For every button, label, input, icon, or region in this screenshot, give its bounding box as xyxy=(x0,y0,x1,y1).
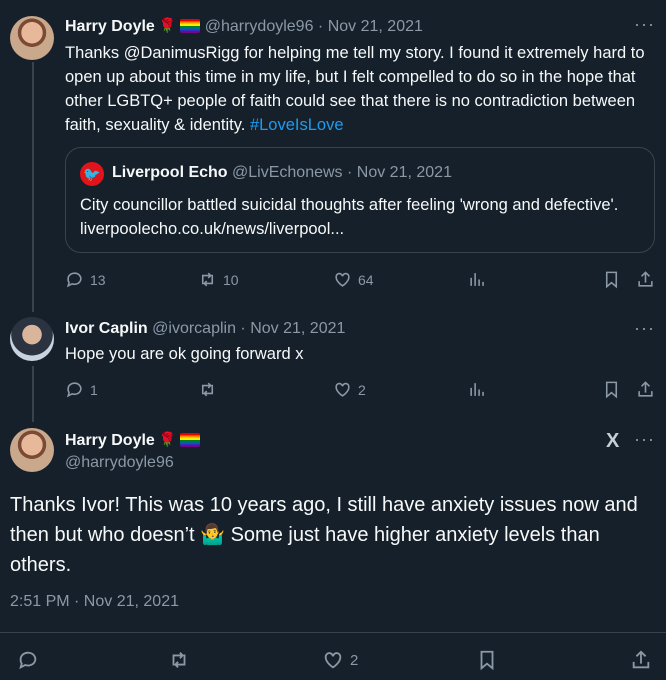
like-icon xyxy=(324,652,342,669)
reply-button[interactable]: 13 xyxy=(65,270,106,289)
author-handle[interactable]: @ivorcaplin xyxy=(152,320,236,337)
author-handle[interactable]: @harrydoyle96 xyxy=(65,454,174,472)
views-button[interactable] xyxy=(468,380,487,399)
author-name[interactable]: Ivor Caplin xyxy=(65,320,148,337)
bookmark-button[interactable] xyxy=(476,649,498,671)
liverpool-echo-logo: 🐦 xyxy=(80,162,104,186)
share-button[interactable] xyxy=(636,270,655,289)
like-count: 2 xyxy=(350,651,359,669)
bookmark-button[interactable] xyxy=(602,270,621,289)
reply-icon xyxy=(19,651,37,670)
tweet-body: Thanks @DanimusRigg for helping me tell … xyxy=(65,44,645,134)
tweet-date[interactable]: Nov 21, 2021 xyxy=(328,18,423,35)
reply-count: 13 xyxy=(90,271,106,288)
tweet-header: Harry Doyle 🌹 @harrydoyle96 · Nov 21, 202… xyxy=(65,17,423,36)
rainbow-flag-emoji xyxy=(180,433,201,447)
bookmark-icon xyxy=(605,381,618,399)
more-icon[interactable]: ··· xyxy=(634,14,655,35)
bookmark-icon xyxy=(605,271,618,289)
like-button[interactable]: 64 xyxy=(333,270,374,289)
views-icon xyxy=(470,383,484,396)
bookmark-button[interactable] xyxy=(602,380,621,399)
share-icon xyxy=(632,650,650,669)
bookmark-icon xyxy=(480,650,494,671)
quote-date: Nov 21, 2021 xyxy=(356,164,452,181)
share-icon xyxy=(638,381,653,397)
tweet-text: Thanks @DanimusRigg for helping me tell … xyxy=(65,41,645,137)
retweet-icon xyxy=(201,272,214,287)
author-name[interactable]: Harry Doyle xyxy=(65,18,155,35)
author-handle[interactable]: @harrydoyle96 xyxy=(205,18,314,35)
retweet-button[interactable] xyxy=(198,380,217,399)
separator: · xyxy=(317,18,324,35)
thread-line xyxy=(32,62,34,312)
views-button[interactable] xyxy=(468,270,487,289)
like-button[interactable]: 2 xyxy=(333,380,366,399)
retweet-button[interactable]: 10 xyxy=(198,270,239,289)
quote-header: Liverpool Echo @LivEchonews · Nov 21, 20… xyxy=(112,164,452,182)
avatar[interactable] xyxy=(10,428,54,472)
share-button[interactable] xyxy=(630,649,652,671)
avatar[interactable] xyxy=(10,317,54,361)
quote-author-handle: @LivEchonews xyxy=(232,164,343,181)
retweet-count: 10 xyxy=(223,271,239,288)
retweet-button[interactable] xyxy=(168,649,190,671)
main-author: Harry Doyle 🌹 xyxy=(65,431,201,450)
like-icon xyxy=(335,272,350,287)
avatar[interactable] xyxy=(10,16,54,60)
share-icon xyxy=(638,271,653,287)
like-icon xyxy=(335,382,350,397)
quoted-tweet[interactable]: 🐦 Liverpool Echo @LivEchonews · Nov 21, … xyxy=(65,147,655,253)
rainbow-flag-emoji xyxy=(180,19,201,33)
main-tweet-text: Thanks Ivor! This was 10 years ago, I st… xyxy=(10,494,638,576)
like-count: 64 xyxy=(358,271,374,288)
like-count: 2 xyxy=(358,381,366,398)
reply-button[interactable] xyxy=(17,649,39,671)
separator: · xyxy=(240,320,246,337)
share-button[interactable] xyxy=(636,380,655,399)
like-button[interactable]: 2 xyxy=(322,649,358,671)
reply-icon xyxy=(66,272,82,288)
author-name[interactable]: Harry Doyle xyxy=(65,432,155,449)
divider xyxy=(0,632,666,633)
reply-button[interactable]: 1 xyxy=(65,380,98,399)
more-icon[interactable]: ··· xyxy=(634,429,655,450)
retweet-icon xyxy=(172,652,186,668)
separator: · xyxy=(347,164,353,181)
quote-author-name: Liverpool Echo xyxy=(112,164,228,181)
views-icon xyxy=(470,273,484,286)
rose-emoji: 🌹 xyxy=(158,17,177,33)
tweet-date[interactable]: Nov 21, 2021 xyxy=(250,320,345,337)
hashtag-link[interactable]: #LoveIsLove xyxy=(250,116,344,134)
quote-text: City councillor battled suicidal thought… xyxy=(80,196,619,238)
grok-icon[interactable]: X xyxy=(606,430,619,453)
thread-line xyxy=(32,366,34,422)
tweet-header: Ivor Caplin @ivorcaplin · Nov 21, 2021 xyxy=(65,320,345,338)
tweet-text: Hope you are ok going forward x xyxy=(65,345,304,363)
retweet-icon xyxy=(201,382,214,397)
reply-icon xyxy=(66,382,82,398)
more-icon[interactable]: ··· xyxy=(634,318,655,339)
reply-count: 1 xyxy=(90,381,98,398)
tweet-timestamp[interactable]: 2:51 PM · Nov 21, 2021 xyxy=(10,593,179,611)
rose-emoji: 🌹 xyxy=(158,431,177,447)
